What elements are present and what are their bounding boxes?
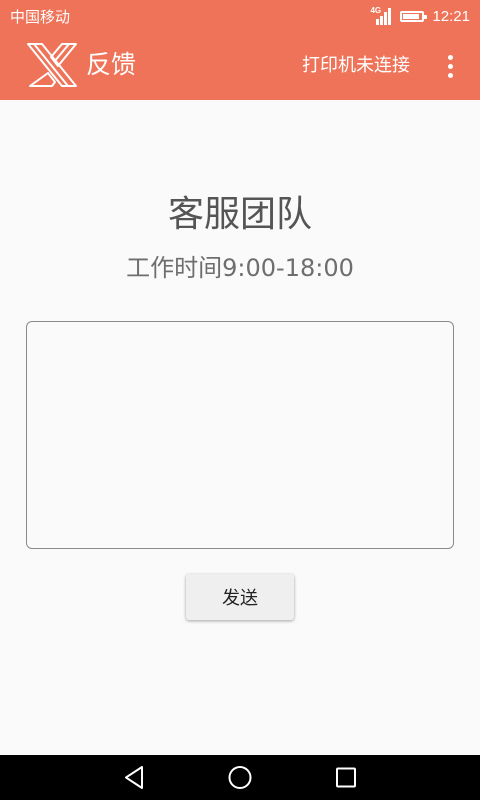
status-bar: 中国移动 4G 12:21 xyxy=(0,0,480,32)
app-bar: 反馈 打印机未连接 xyxy=(0,32,480,100)
app-title: 反馈 xyxy=(86,50,137,79)
battery-level xyxy=(403,13,419,19)
signal-icon: 4G xyxy=(370,6,392,25)
carrier-name: 中国移动 xyxy=(10,8,71,26)
battery-icon xyxy=(400,10,428,22)
send-button[interactable]: 发送 xyxy=(186,574,294,620)
team-title: 客服团队 xyxy=(167,194,312,235)
home-circle-icon[interactable] xyxy=(210,755,270,800)
feedback-input[interactable] xyxy=(26,321,454,549)
clock: 12:21 xyxy=(432,7,470,25)
x-logo-icon xyxy=(27,43,77,87)
status-icons: 4G 12:21 xyxy=(370,6,470,25)
recents-square-icon[interactable] xyxy=(316,755,376,800)
overflow-menu-icon[interactable] xyxy=(440,50,460,82)
back-triangle-icon[interactable] xyxy=(104,755,164,800)
printer-status-link[interactable]: 打印机未连接 xyxy=(302,52,410,80)
system-nav-bar xyxy=(0,755,480,800)
network-type: 4G xyxy=(370,6,382,15)
work-hours: 工作时间9:00-18:00 xyxy=(126,254,354,282)
